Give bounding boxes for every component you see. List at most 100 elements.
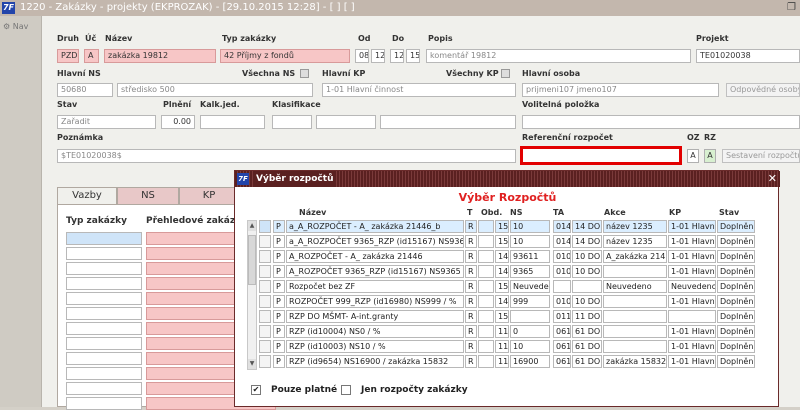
- table-cell[interactable]: P: [273, 295, 285, 308]
- table-cell[interactable]: R: [465, 235, 477, 248]
- vazby-typ-cell[interactable]: [66, 292, 142, 305]
- row-indicator[interactable]: [259, 250, 271, 263]
- table-cell[interactable]: 014: [553, 235, 571, 248]
- table-cell[interactable]: 93611: [510, 250, 550, 263]
- vazby-typ-cell[interactable]: [66, 262, 142, 275]
- table-cell[interactable]: Neuvedeno: [603, 280, 667, 293]
- table-cell[interactable]: 15: [495, 235, 509, 248]
- table-cell[interactable]: Doplněn: [717, 265, 755, 278]
- table-cell[interactable]: Rozpočet bez ZF: [286, 280, 464, 293]
- table-cell[interactable]: [603, 310, 667, 323]
- popis-field[interactable]: komentář 19812: [426, 49, 691, 63]
- row-indicator[interactable]: [259, 220, 271, 233]
- table-cell[interactable]: Doplněn: [717, 295, 755, 308]
- table-cell[interactable]: [478, 340, 494, 353]
- hlavni-ns-code-field[interactable]: 50680: [57, 83, 113, 97]
- table-cell[interactable]: R: [465, 220, 477, 233]
- plneni-field[interactable]: 0.00: [161, 115, 195, 129]
- table-cell[interactable]: ROZPOČET 999_RZP (id16980) NS999 / %: [286, 295, 464, 308]
- vazby-typ-cell[interactable]: [66, 277, 142, 290]
- vazby-typ-cell[interactable]: [66, 247, 142, 260]
- vazby-typ-cell[interactable]: [66, 337, 142, 350]
- table-cell[interactable]: 1-01 Hlavní: [668, 235, 716, 248]
- vazby-typ-cell[interactable]: [66, 382, 142, 395]
- table-cell[interactable]: [478, 310, 494, 323]
- table-cell[interactable]: RZP (id10004) NS0 / %: [286, 325, 464, 338]
- vazby-typ-cell[interactable]: [66, 397, 142, 410]
- table-cell[interactable]: [668, 310, 716, 323]
- table-cell[interactable]: [478, 355, 494, 368]
- od-month-field[interactable]: 08: [355, 49, 369, 63]
- table-cell[interactable]: A_ROZPOČET 9365_RZP (id15167) NS9365: [286, 265, 464, 278]
- grid-scrollbar[interactable]: ▲ ▼: [247, 220, 257, 370]
- table-cell[interactable]: 10: [510, 340, 550, 353]
- table-cell[interactable]: 16900: [510, 355, 550, 368]
- klasifikace-field-2[interactable]: [316, 115, 376, 129]
- vsechny-kp-checkbox[interactable]: [501, 69, 510, 78]
- table-cell[interactable]: Doplněn: [717, 310, 755, 323]
- table-cell[interactable]: 010: [553, 250, 571, 263]
- table-cell[interactable]: 10 DO: [572, 295, 602, 308]
- row-indicator[interactable]: [259, 235, 271, 248]
- table-cell[interactable]: [603, 265, 667, 278]
- table-cell[interactable]: RZP (id10003) NS10 / %: [286, 340, 464, 353]
- table-cell[interactable]: Neuveden: [510, 280, 550, 293]
- table-cell[interactable]: 061: [553, 355, 571, 368]
- table-cell[interactable]: P: [273, 280, 285, 293]
- table-cell[interactable]: 1-01 Hlavní: [668, 295, 716, 308]
- rz-value[interactable]: A: [704, 149, 716, 163]
- table-cell[interactable]: 1-01 Hlavní: [668, 250, 716, 263]
- table-cell[interactable]: P: [273, 220, 285, 233]
- table-cell[interactable]: 1-01 Hlavní: [668, 340, 716, 353]
- uc-field[interactable]: A: [84, 49, 99, 63]
- table-cell[interactable]: 10 DO: [572, 250, 602, 263]
- table-cell[interactable]: [478, 325, 494, 338]
- table-cell[interactable]: 14: [495, 250, 509, 263]
- table-cell[interactable]: 14: [495, 295, 509, 308]
- table-cell[interactable]: 011: [553, 310, 571, 323]
- nav-button[interactable]: ⚙ Nav: [3, 22, 28, 31]
- vazby-typ-cell[interactable]: [66, 322, 142, 335]
- table-cell[interactable]: 61 DO: [572, 340, 602, 353]
- table-cell[interactable]: [478, 235, 494, 248]
- table-cell[interactable]: R: [465, 280, 477, 293]
- row-indicator[interactable]: [259, 355, 271, 368]
- table-cell[interactable]: 11 DO: [572, 310, 602, 323]
- tab-kp[interactable]: KP: [179, 187, 239, 205]
- row-indicator[interactable]: [259, 325, 271, 338]
- table-cell[interactable]: [478, 265, 494, 278]
- nazev-field[interactable]: zakázka 19812: [104, 49, 216, 63]
- table-cell[interactable]: RZP (id9654) NS16900 / zakázka 15832: [286, 355, 464, 368]
- table-cell[interactable]: R: [465, 250, 477, 263]
- table-cell[interactable]: 15: [495, 220, 509, 233]
- table-cell[interactable]: [553, 280, 571, 293]
- odpovedne-osoby-button[interactable]: Odpovědné osoby: [726, 83, 800, 97]
- row-indicator[interactable]: [259, 265, 271, 278]
- volitelna-polozka-field[interactable]: [522, 115, 800, 129]
- table-cell[interactable]: 10: [510, 220, 550, 233]
- table-cell[interactable]: 0: [510, 325, 550, 338]
- table-cell[interactable]: 15: [495, 280, 509, 293]
- vazby-typ-cell[interactable]: [66, 307, 142, 320]
- table-cell[interactable]: P: [273, 235, 285, 248]
- table-cell[interactable]: P: [273, 310, 285, 323]
- table-cell[interactable]: P: [273, 250, 285, 263]
- table-cell[interactable]: P: [273, 325, 285, 338]
- klasifikace-field-3[interactable]: [380, 115, 516, 129]
- hlavni-kp-field[interactable]: 1-01 Hlavní činnost: [322, 83, 516, 97]
- table-cell[interactable]: [478, 220, 494, 233]
- table-cell[interactable]: a_A_ROZPOČET - A_ zakázka 21446_b: [286, 220, 464, 233]
- scroll-up-icon[interactable]: ▲: [248, 221, 256, 231]
- table-cell[interactable]: [603, 325, 667, 338]
- od-year-field[interactable]: 12: [371, 49, 385, 63]
- table-cell[interactable]: název 1235: [603, 220, 667, 233]
- table-cell[interactable]: P: [273, 340, 285, 353]
- table-cell[interactable]: [478, 295, 494, 308]
- typ-zakazky-field[interactable]: 42 Příjmy z fondů: [220, 49, 350, 63]
- restore-window-icon[interactable]: ❐: [787, 0, 796, 16]
- table-cell[interactable]: 061: [553, 340, 571, 353]
- table-cell[interactable]: 61 DO: [572, 325, 602, 338]
- table-cell[interactable]: [603, 295, 667, 308]
- referencni-rozpocet-field[interactable]: [520, 146, 682, 165]
- oz-value[interactable]: A: [687, 149, 699, 163]
